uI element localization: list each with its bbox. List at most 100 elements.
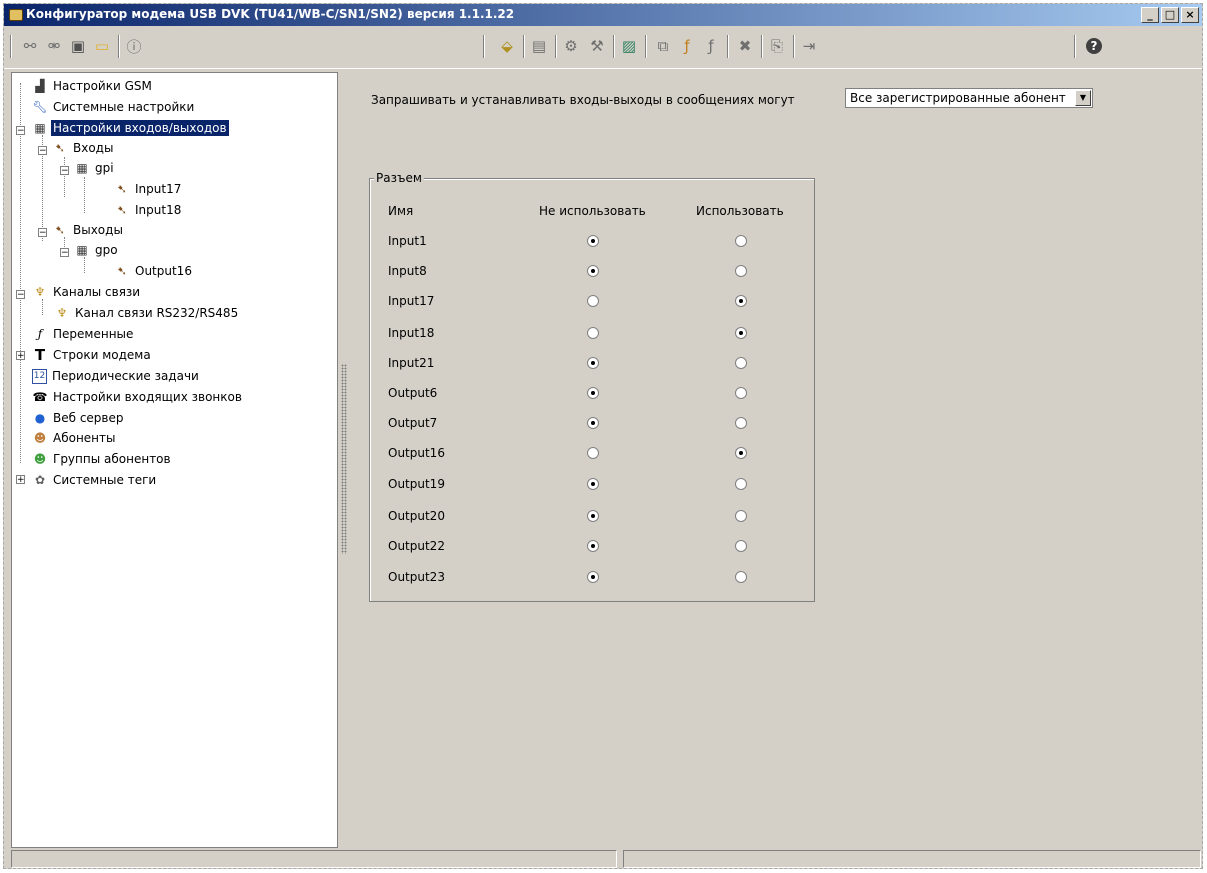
radio-unused[interactable] bbox=[587, 540, 599, 552]
radio-unused[interactable] bbox=[587, 571, 599, 583]
radio-used[interactable] bbox=[735, 327, 747, 339]
connector-icon: ➷ bbox=[116, 264, 128, 278]
radio-used[interactable] bbox=[735, 357, 747, 369]
toolbar-separator bbox=[118, 35, 120, 58]
toolbar-separator bbox=[645, 35, 647, 58]
tree-item-input18[interactable]: ➷ Input18 bbox=[114, 201, 183, 219]
radio-unused[interactable] bbox=[587, 417, 599, 429]
minimize-button[interactable]: _ bbox=[1141, 7, 1159, 23]
radio-used[interactable] bbox=[735, 235, 747, 247]
save-icon[interactable]: ▣ bbox=[68, 36, 88, 56]
settings-icon[interactable]: ⚙ bbox=[561, 36, 581, 56]
header-name: Имя bbox=[388, 204, 414, 218]
tree-item-gpo[interactable]: ▦ gpo bbox=[74, 241, 120, 259]
radio-unused[interactable] bbox=[587, 387, 599, 399]
connect-icon[interactable]: ⚯ bbox=[20, 36, 40, 56]
write-device-icon[interactable]: ▤ bbox=[529, 36, 549, 56]
tree-item-outputs[interactable]: ➷ Выходы bbox=[52, 221, 125, 239]
tree-item-modem-strings[interactable]: T Строки модема bbox=[32, 346, 153, 364]
chevron-down-icon[interactable]: ▼ bbox=[1075, 90, 1091, 106]
collapse-toggle[interactable]: − bbox=[38, 146, 47, 156]
radio-unused[interactable] bbox=[587, 510, 599, 522]
expand-toggle[interactable]: + bbox=[16, 351, 25, 361]
permission-label: Запрашивать и устанавливать входы-выходы… bbox=[371, 93, 795, 107]
add-variable-icon[interactable]: ƒ bbox=[677, 36, 697, 56]
variable-icon[interactable]: ƒ bbox=[701, 36, 721, 56]
toolbar-separator bbox=[613, 35, 615, 58]
tree-item-incoming-calls[interactable]: ☎ Настройки входящих звонков bbox=[32, 388, 244, 406]
collapse-toggle[interactable]: − bbox=[60, 248, 69, 258]
title-bar[interactable]: Конфигуратор модема USB DVK (TU41/WB-C/S… bbox=[4, 4, 1202, 26]
maximize-button[interactable]: □ bbox=[1161, 7, 1179, 23]
header-used: Использовать bbox=[696, 204, 784, 218]
radio-used[interactable] bbox=[735, 447, 747, 459]
collapse-toggle[interactable]: − bbox=[38, 228, 47, 238]
close-button[interactable]: × bbox=[1181, 7, 1199, 23]
radio-used[interactable] bbox=[735, 265, 747, 277]
permission-select-value: Все зарегистрированные абонент bbox=[850, 91, 1066, 105]
info-icon[interactable]: ⓘ bbox=[124, 36, 144, 56]
tree-item-subscribers[interactable]: ☻ Абоненты bbox=[32, 429, 118, 447]
delete-icon[interactable]: ✖ bbox=[735, 36, 755, 56]
user-icon: ☻ bbox=[33, 431, 47, 445]
collapse-toggle[interactable]: − bbox=[16, 126, 25, 136]
image-icon[interactable]: ▨ bbox=[619, 36, 639, 56]
collapse-toggle[interactable]: − bbox=[16, 290, 25, 300]
import-icon[interactable]: ⇥ bbox=[799, 36, 819, 56]
tree-item-channels[interactable]: ♆ Каналы связи bbox=[32, 283, 142, 301]
export-icon[interactable]: ⎘ bbox=[767, 36, 787, 56]
radio-used[interactable] bbox=[735, 571, 747, 583]
radio-unused[interactable] bbox=[587, 357, 599, 369]
tree-item-web-server[interactable]: ● Веб сервер bbox=[32, 409, 126, 427]
radio-unused[interactable] bbox=[587, 327, 599, 339]
tree-item-io-settings[interactable]: ▦ Настройки входов/выходов bbox=[32, 119, 229, 137]
panel-splitter[interactable] bbox=[341, 364, 347, 554]
tree-item-output16[interactable]: ➷ Output16 bbox=[114, 262, 194, 280]
disconnect-icon[interactable]: ⚮ bbox=[44, 36, 64, 56]
collapse-toggle[interactable]: − bbox=[60, 166, 69, 176]
toolbar-separator bbox=[523, 35, 525, 58]
tree-item-gsm[interactable]: ▟ Настройки GSM bbox=[32, 77, 154, 95]
io-row-name: Input8 bbox=[388, 264, 427, 278]
copy-icon[interactable]: ⧉ bbox=[653, 36, 673, 56]
io-row-name: Input17 bbox=[388, 294, 435, 308]
expand-toggle[interactable]: + bbox=[16, 475, 25, 485]
radio-unused[interactable] bbox=[587, 265, 599, 277]
radio-used[interactable] bbox=[735, 295, 747, 307]
help-icon[interactable]: ? bbox=[1084, 36, 1104, 56]
tools-icon[interactable]: ⚒ bbox=[587, 36, 607, 56]
permission-select[interactable]: Все зарегистрированные абонент ▼ bbox=[845, 88, 1093, 108]
tree-item-gpi[interactable]: ▦ gpi bbox=[74, 159, 116, 177]
tree-item-input17[interactable]: ➷ Input17 bbox=[114, 180, 183, 198]
tree-item-inputs[interactable]: ➷ Входы bbox=[52, 139, 115, 157]
status-pane-left bbox=[11, 850, 617, 868]
tree-item-rs232-channel[interactable]: ♆ Канал связи RS232/RS485 bbox=[54, 304, 240, 322]
users-icon: ☻ bbox=[33, 452, 47, 466]
help-label: ? bbox=[1086, 38, 1102, 54]
connector-icon: ➷ bbox=[116, 182, 128, 196]
radio-used[interactable] bbox=[735, 417, 747, 429]
tree-item-variables[interactable]: ƒ Переменные bbox=[32, 325, 135, 343]
read-device-icon[interactable]: ⬙ bbox=[497, 36, 517, 56]
status-pane-right bbox=[623, 850, 1201, 868]
settings-tree[interactable]: − − − − − − + + ▟ Настройки GSM 🔧︎ Систе… bbox=[11, 72, 338, 848]
header-unused: Не использовать bbox=[539, 204, 646, 218]
tree-item-system-tags[interactable]: ✿ Системные теги bbox=[32, 471, 158, 489]
chip-icon: ▦ bbox=[76, 243, 88, 257]
radio-unused[interactable] bbox=[587, 295, 599, 307]
io-row-name: Output19 bbox=[388, 477, 445, 491]
tree-item-periodic-tasks[interactable]: 12 Периодические задачи bbox=[32, 367, 201, 385]
radio-used[interactable] bbox=[735, 478, 747, 490]
tags-icon: ✿ bbox=[34, 473, 46, 487]
radio-unused[interactable] bbox=[587, 235, 599, 247]
io-row-name: Output7 bbox=[388, 416, 438, 430]
radio-unused[interactable] bbox=[587, 447, 599, 459]
radio-unused[interactable] bbox=[587, 478, 599, 490]
radio-used[interactable] bbox=[735, 387, 747, 399]
radio-used[interactable] bbox=[735, 510, 747, 522]
tree-line bbox=[20, 83, 21, 463]
open-folder-icon[interactable]: ▭ bbox=[92, 36, 112, 56]
radio-used[interactable] bbox=[735, 540, 747, 552]
tree-item-system-settings[interactable]: 🔧︎ Системные настройки bbox=[32, 98, 196, 116]
tree-item-subscriber-groups[interactable]: ☻ Группы абонентов bbox=[32, 450, 173, 468]
